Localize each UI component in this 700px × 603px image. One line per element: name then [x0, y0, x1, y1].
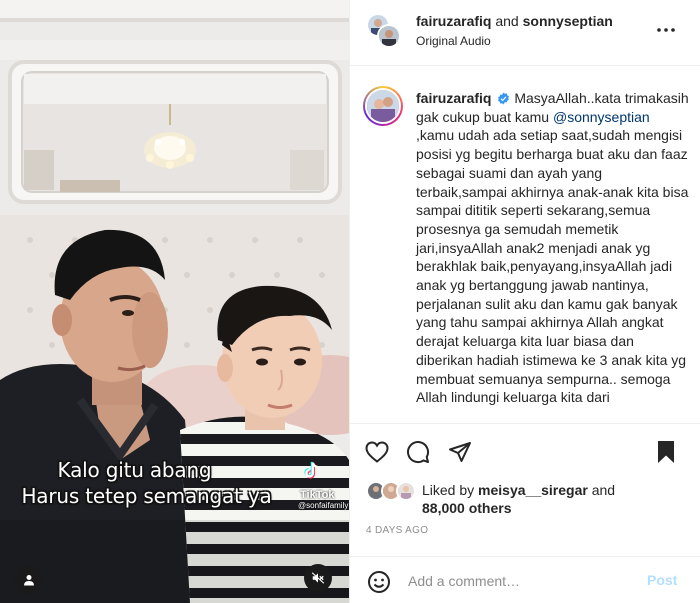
caption-username-link[interactable]: fairuzarafiq [416, 90, 491, 106]
liked-by-text: Liked by meisya__siregar and [422, 482, 615, 498]
tagged-users-button[interactable] [15, 566, 43, 594]
more-horizontal-icon [657, 28, 675, 32]
share-button[interactable] [446, 438, 474, 466]
post-media[interactable]: Kalo gitu abang Harus tetep semangat ya … [0, 0, 349, 603]
collab-usernames: fairuzarafiq and sonnyseptian [416, 13, 613, 29]
liker-username-link[interactable]: meisya__siregar [478, 482, 588, 498]
smiley-icon [368, 571, 390, 593]
post-comment-button[interactable]: Post [647, 572, 677, 588]
avatar [396, 481, 416, 501]
liked-by-suffix: and [587, 482, 616, 498]
bookmark-icon [658, 441, 674, 463]
paper-plane-icon [449, 442, 471, 462]
user-icon [24, 575, 34, 586]
mute-toggle-button[interactable] [304, 564, 332, 592]
comment-button[interactable] [404, 438, 432, 466]
add-comment-bar: Post [350, 556, 700, 603]
emoji-picker-button[interactable] [366, 569, 392, 595]
like-button[interactable] [363, 438, 391, 466]
verified-badge-icon [498, 92, 510, 105]
post-sidebar: fairuzarafiq and sonnyseptian Original A… [349, 0, 700, 603]
liked-by-prefix: Liked by [422, 482, 479, 498]
post-caption: fairuzarafiq MasyaAllah..kata trimakasih… [416, 89, 691, 407]
comment-bubble-icon [407, 441, 430, 464]
collab-avatars[interactable] [366, 13, 402, 49]
speaker-muted-icon [311, 572, 325, 584]
collaborator-username-link[interactable]: sonnyseptian [523, 13, 613, 29]
caption-area: fairuzarafiq MasyaAllah..kata trimakasih… [350, 67, 700, 423]
comment-input[interactable] [408, 571, 628, 591]
likes-section: Liked by meisya__siregar and 88,000 othe… [350, 477, 700, 521]
avatar[interactable] [377, 24, 401, 48]
heart-icon [365, 441, 389, 463]
audio-link[interactable]: Original Audio [416, 34, 491, 48]
action-bar [350, 423, 700, 477]
post-timestamp[interactable]: 4 DAYS AGO [366, 525, 428, 536]
tiktok-watermark: TikTok @sonfaifamily [298, 460, 349, 510]
likes-count-link[interactable]: 88,000 others [422, 500, 512, 516]
and-text: and [495, 13, 522, 29]
video-caption-line-1: Kalo gitu abang [57, 458, 212, 482]
caption-mention-link[interactable]: @sonnyseptian [553, 109, 650, 125]
video-frame [0, 0, 349, 603]
post-header: fairuzarafiq and sonnyseptian Original A… [350, 0, 700, 66]
conjunction: and [495, 13, 519, 29]
caption-text-part-2: ,kamu udah ada setiap saat,sudah mengisi… [416, 127, 689, 406]
tiktok-watermark-name: TikTok [300, 489, 335, 501]
tiktok-watermark-handle: @sonfaifamily [298, 501, 349, 510]
author-username-link[interactable]: fairuzarafiq [416, 13, 491, 29]
tiktok-logo-icon [304, 461, 318, 479]
owner-avatar[interactable] [363, 86, 403, 126]
more-options-button[interactable] [655, 20, 677, 40]
liker-avatars[interactable] [366, 481, 420, 503]
video-caption-line-2: Harus tetep semangat ya [21, 484, 272, 508]
save-button[interactable] [652, 438, 680, 466]
avatar [367, 90, 399, 122]
